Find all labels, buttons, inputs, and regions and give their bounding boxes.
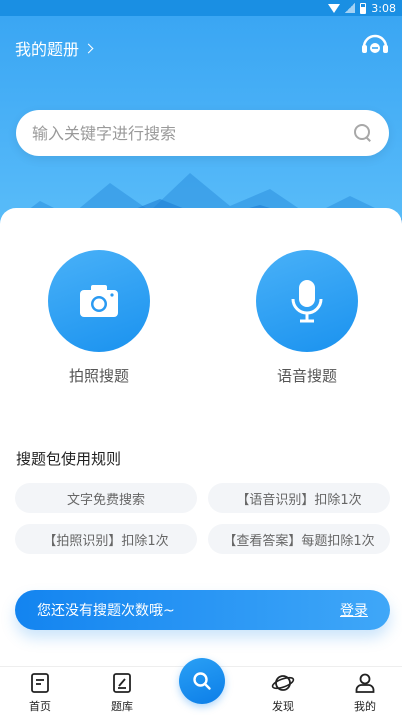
photo-search-button[interactable] (48, 250, 150, 352)
home-doc-icon (31, 673, 49, 693)
question-bank-icon (113, 673, 131, 693)
battery-icon (360, 2, 367, 14)
camera-icon (80, 285, 118, 317)
rule-chip: 【拍照识别】扣除1次 (15, 524, 197, 554)
tab-question-bank[interactable]: 题库 (92, 671, 152, 714)
login-prompt-message: 您还没有搜题次数哦~ (37, 603, 175, 619)
tab-home[interactable]: 首页 (10, 671, 70, 714)
user-icon (355, 673, 375, 693)
microphone-icon (291, 280, 323, 323)
login-link[interactable]: 登录 (340, 600, 368, 620)
photo-search-label[interactable]: 拍照搜题 (39, 365, 159, 386)
rule-chip: 【查看答案】每题扣除1次 (208, 524, 390, 554)
status-time: 3:08 (371, 1, 396, 15)
tab-discover[interactable]: 发现 (253, 671, 313, 714)
voice-search-button[interactable] (256, 250, 358, 352)
rule-chip: 文字免费搜索 (15, 483, 197, 513)
search-input[interactable] (32, 123, 353, 143)
planet-icon (271, 675, 295, 691)
voice-search-label[interactable]: 语音搜题 (247, 365, 367, 386)
signal-icon (345, 3, 356, 13)
my-question-book-link[interactable]: 我的题册 (15, 36, 94, 60)
tab-discover-label: 发现 (272, 700, 294, 713)
tab-question-bank-label: 题库 (111, 700, 133, 713)
status-bar: 3:08 (0, 0, 402, 16)
tab-home-label: 首页 (29, 700, 51, 713)
search-icon[interactable] (353, 123, 373, 143)
chevron-right-icon (83, 43, 94, 53)
search-bar[interactable] (16, 110, 389, 156)
search-icon (193, 672, 211, 690)
tab-mine-label: 我的 (354, 700, 376, 713)
wifi-icon (328, 3, 341, 13)
login-prompt-bar: 您还没有搜题次数哦~ 登录 (15, 590, 390, 630)
rule-chip: 【语音识别】扣除1次 (208, 483, 390, 513)
customer-service-headset-icon[interactable] (360, 33, 390, 57)
rules-title: 搜题包使用规则 (16, 450, 122, 468)
tab-mine[interactable]: 我的 (335, 671, 395, 714)
my-question-book-label: 我的题册 (15, 40, 80, 59)
tab-search-button[interactable] (179, 658, 225, 704)
